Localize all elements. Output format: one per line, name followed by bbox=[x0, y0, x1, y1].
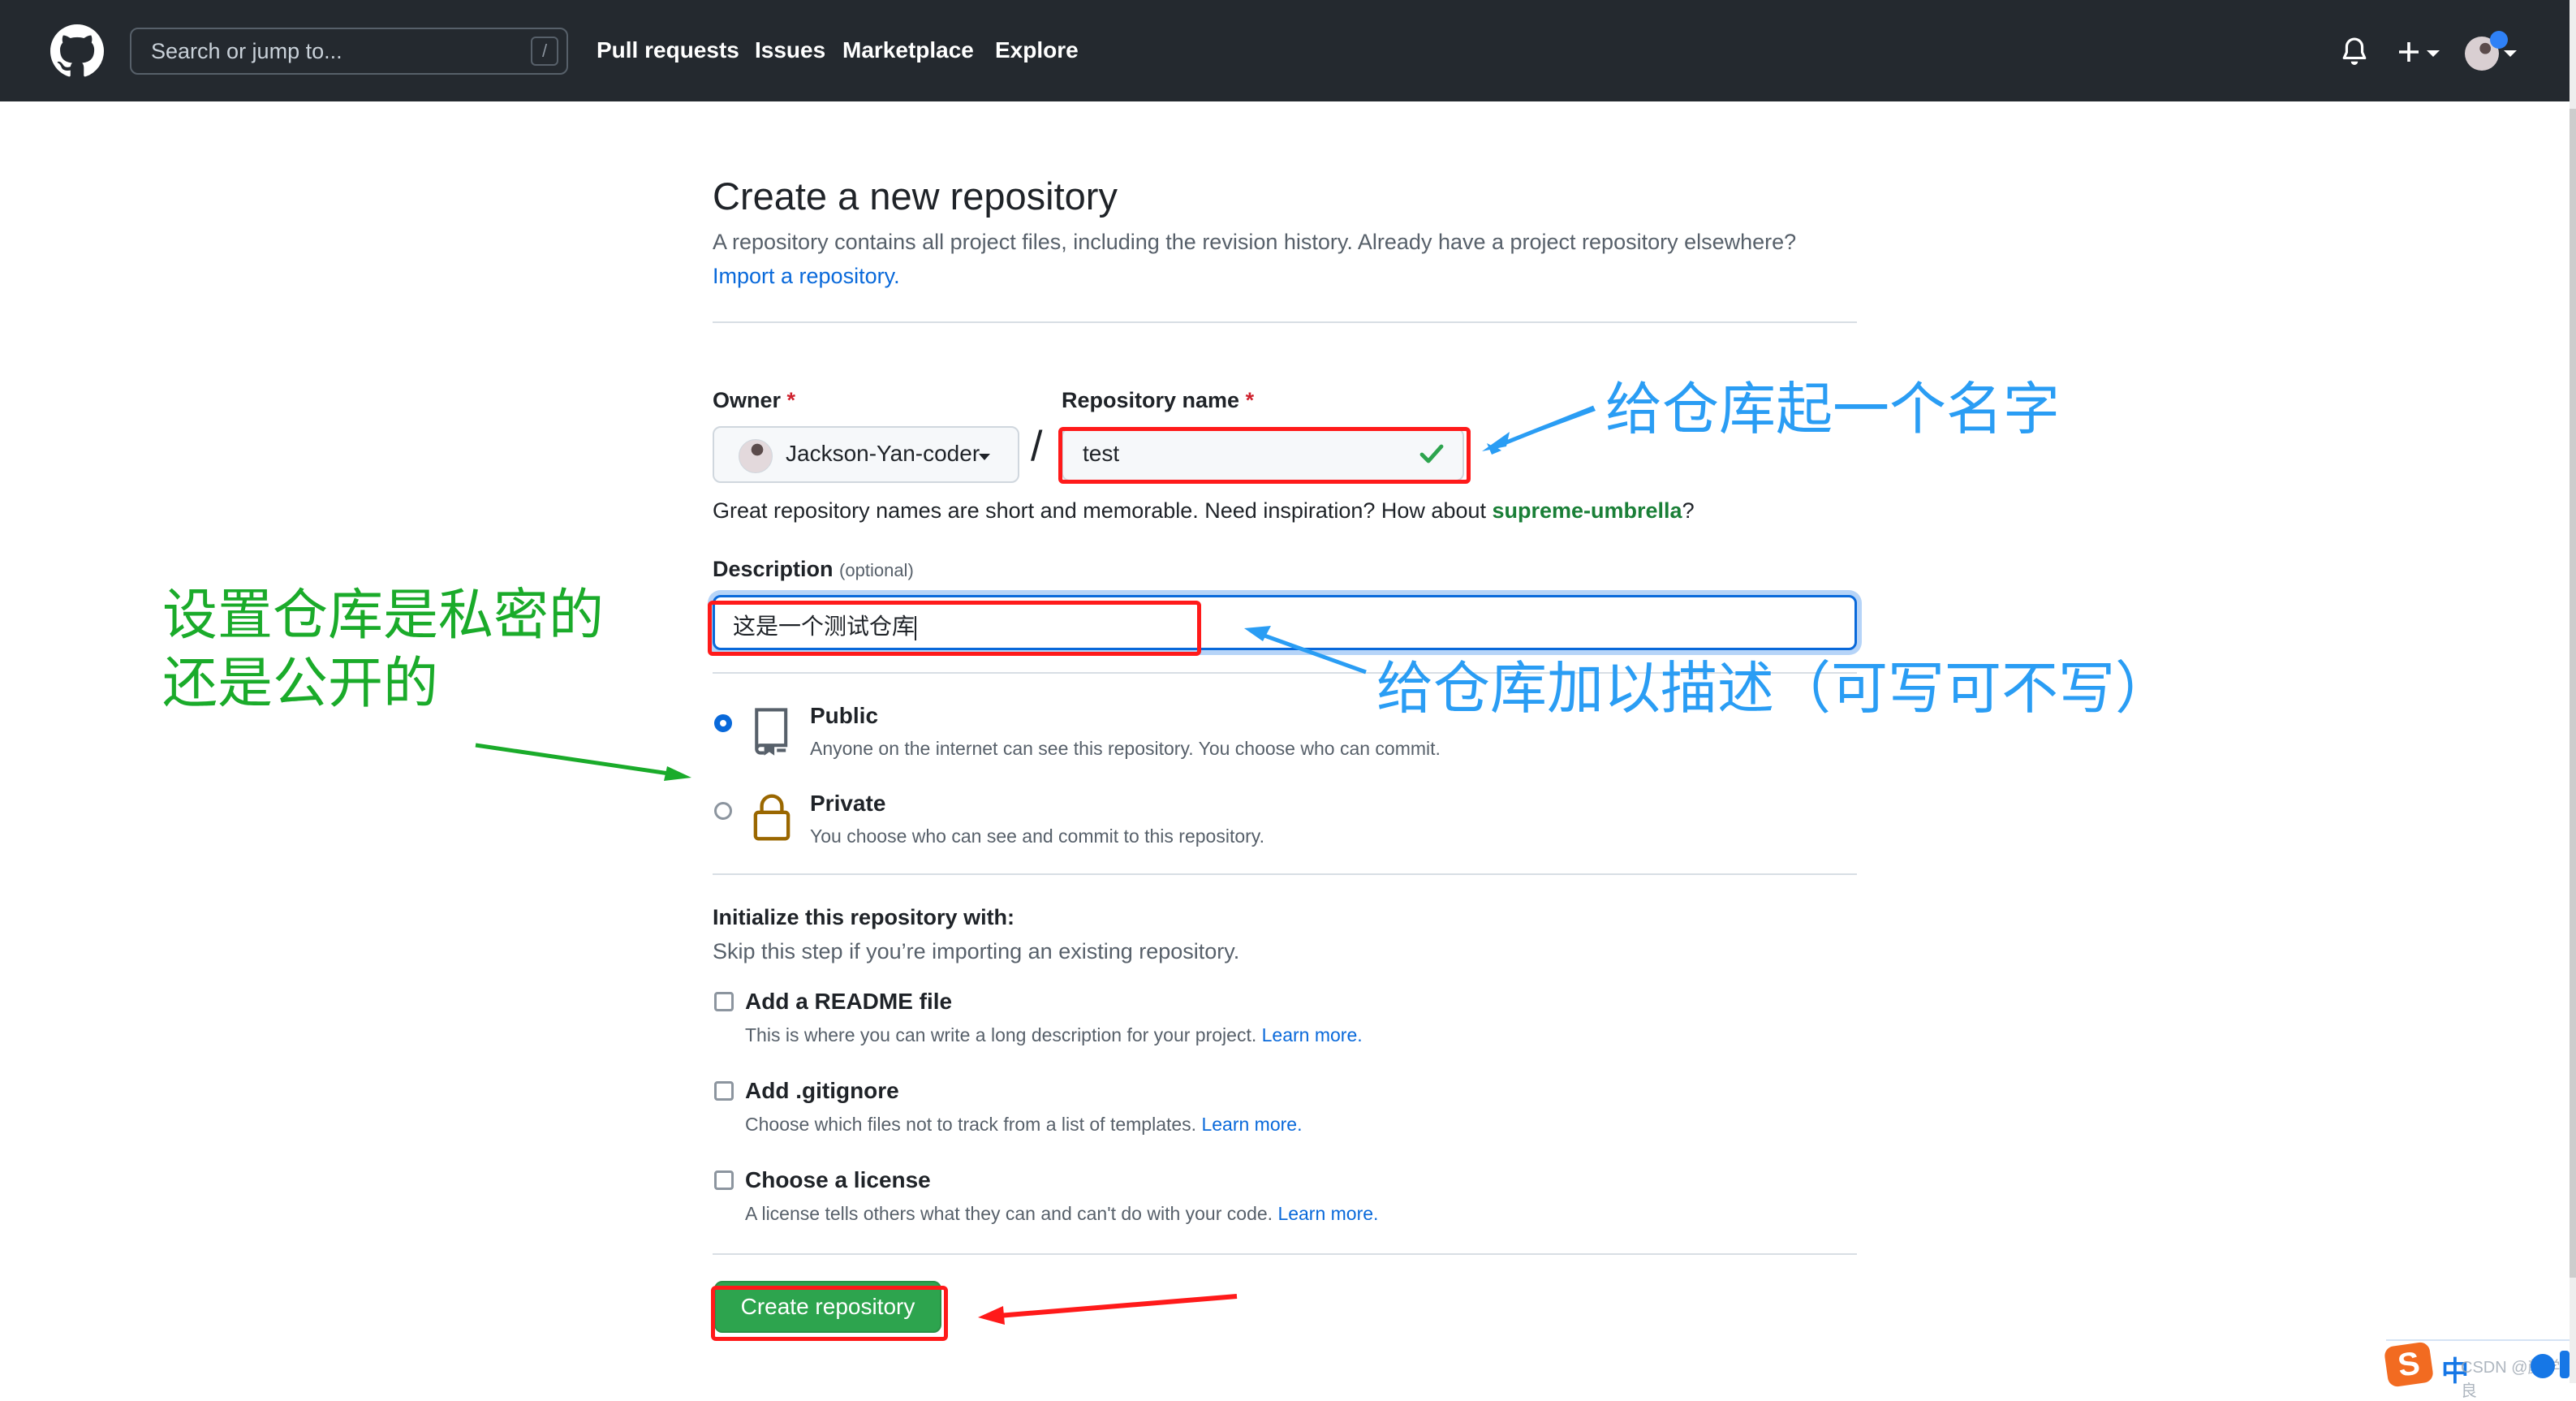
nav-explore[interactable]: Explore bbox=[995, 37, 1079, 63]
license-label[interactable]: Choose a license bbox=[745, 1167, 931, 1193]
annotation-name-note: 给仓库起一个名字 bbox=[1605, 377, 2060, 441]
divider bbox=[713, 1253, 1857, 1255]
name-hint-suffix: ? bbox=[1682, 498, 1695, 523]
search-input[interactable]: Search or jump to... / bbox=[130, 28, 568, 75]
plus-icon[interactable] bbox=[2396, 39, 2422, 65]
annotation-description-note: 给仓库加以描述（可写可不写） bbox=[1376, 657, 2172, 720]
readme-checkbox[interactable] bbox=[714, 992, 734, 1011]
init-subheading: Skip this step if you’re importing an ex… bbox=[713, 939, 1240, 963]
description-label-text: Description bbox=[713, 557, 834, 581]
annotation-highlight-description bbox=[708, 601, 1201, 656]
nav-pull-requests[interactable]: Pull requests bbox=[597, 37, 739, 63]
gitignore-description-text: Choose which files not to track from a l… bbox=[745, 1114, 1197, 1135]
visibility-private-description: You choose who can see and commit to thi… bbox=[810, 826, 1264, 847]
notification-dot-icon bbox=[2490, 31, 2508, 49]
ime-menu-icon[interactable] bbox=[2560, 1351, 2570, 1378]
init-heading: Initialize this repository with: bbox=[713, 905, 1015, 929]
scrollbar-thumb[interactable] bbox=[2570, 109, 2576, 1278]
visibility-private-radio[interactable] bbox=[714, 802, 732, 820]
user-menu-caret-icon[interactable] bbox=[2504, 50, 2517, 57]
license-description: A license tells others what they can and… bbox=[745, 1203, 1378, 1225]
chevron-down-icon bbox=[979, 454, 990, 460]
nav-issues[interactable]: Issues bbox=[755, 37, 825, 63]
ime-settings-icon[interactable] bbox=[2531, 1354, 2555, 1378]
gitignore-label[interactable]: Add .gitignore bbox=[745, 1078, 899, 1104]
readme-description: This is where you can write a long descr… bbox=[745, 1024, 1363, 1046]
required-mark: * bbox=[1245, 388, 1255, 412]
create-menu-caret-icon[interactable] bbox=[2427, 50, 2440, 57]
optional-tag: (optional) bbox=[839, 560, 914, 580]
owner-select[interactable]: Jackson-Yan-coder bbox=[713, 426, 1019, 483]
name-hint: Great repository names are short and mem… bbox=[713, 498, 1695, 524]
visibility-private-label[interactable]: Private bbox=[810, 791, 885, 817]
top-navigation-bar: Search or jump to... / Pull requests Iss… bbox=[0, 0, 2570, 101]
bell-icon[interactable] bbox=[2341, 36, 2368, 68]
owner-label: Owner * bbox=[713, 388, 795, 413]
divider bbox=[713, 321, 1857, 323]
license-learn-more-link[interactable]: Learn more. bbox=[1277, 1203, 1378, 1224]
nav-marketplace[interactable]: Marketplace bbox=[842, 37, 974, 63]
name-suggestion-link[interactable]: supreme-umbrella bbox=[1493, 498, 1682, 523]
visibility-public-radio[interactable] bbox=[714, 714, 732, 732]
owner-value: Jackson-Yan-coder bbox=[786, 441, 980, 466]
name-hint-text: Great repository names are short and mem… bbox=[713, 498, 1493, 523]
repo-name-label-text: Repository name bbox=[1062, 388, 1240, 412]
search-shortcut-key: / bbox=[531, 37, 558, 66]
readme-learn-more-link[interactable]: Learn more. bbox=[1262, 1024, 1363, 1045]
ime-toolbar[interactable]: S 中 CSDN @颜学良 bbox=[2383, 1339, 2570, 1400]
gitignore-learn-more-link[interactable]: Learn more. bbox=[1201, 1114, 1302, 1135]
arrow-to-visibility bbox=[475, 743, 691, 781]
repo-name-label: Repository name * bbox=[1062, 388, 1254, 413]
annotation-visibility-note: 设置仓库是私密的 还是公开的 bbox=[162, 581, 604, 718]
visibility-public-label[interactable]: Public bbox=[810, 703, 878, 729]
page-subtitle: A repository contains all project files,… bbox=[713, 230, 1797, 254]
required-mark: * bbox=[786, 388, 796, 412]
arrow-to-create-button bbox=[978, 1294, 1238, 1325]
lock-icon bbox=[753, 794, 790, 841]
annotation-highlight-create-button bbox=[711, 1286, 948, 1341]
visibility-public-description: Anyone on the internet can see this repo… bbox=[810, 738, 1441, 759]
readme-description-text: This is where you can write a long descr… bbox=[745, 1024, 1257, 1045]
owner-avatar bbox=[739, 439, 773, 473]
page-title: Create a new repository bbox=[713, 175, 1118, 218]
license-checkbox[interactable] bbox=[714, 1170, 734, 1190]
license-description-text: A license tells others what they can and… bbox=[745, 1203, 1273, 1224]
import-repository-link[interactable]: Import a repository. bbox=[713, 264, 900, 289]
owner-label-text: Owner bbox=[713, 388, 782, 412]
gitignore-description: Choose which files not to track from a l… bbox=[745, 1114, 1302, 1136]
arrow-to-repo-name bbox=[1482, 405, 1596, 455]
sogou-logo-icon[interactable]: S bbox=[2383, 1341, 2435, 1388]
divider bbox=[713, 873, 1857, 875]
search-placeholder: Search or jump to... bbox=[151, 39, 342, 63]
github-logo-icon[interactable] bbox=[50, 24, 104, 78]
owner-name-separator: / bbox=[1031, 423, 1043, 470]
annotation-visibility-line2: 还是公开的 bbox=[162, 653, 439, 714]
gitignore-checkbox[interactable] bbox=[714, 1081, 734, 1101]
description-label: Description (optional) bbox=[713, 557, 914, 582]
readme-label[interactable]: Add a README file bbox=[745, 989, 952, 1015]
annotation-highlight-repo-name bbox=[1058, 427, 1471, 484]
repo-book-icon bbox=[755, 708, 788, 756]
annotation-visibility-line1: 设置仓库是私密的 bbox=[162, 584, 605, 646]
